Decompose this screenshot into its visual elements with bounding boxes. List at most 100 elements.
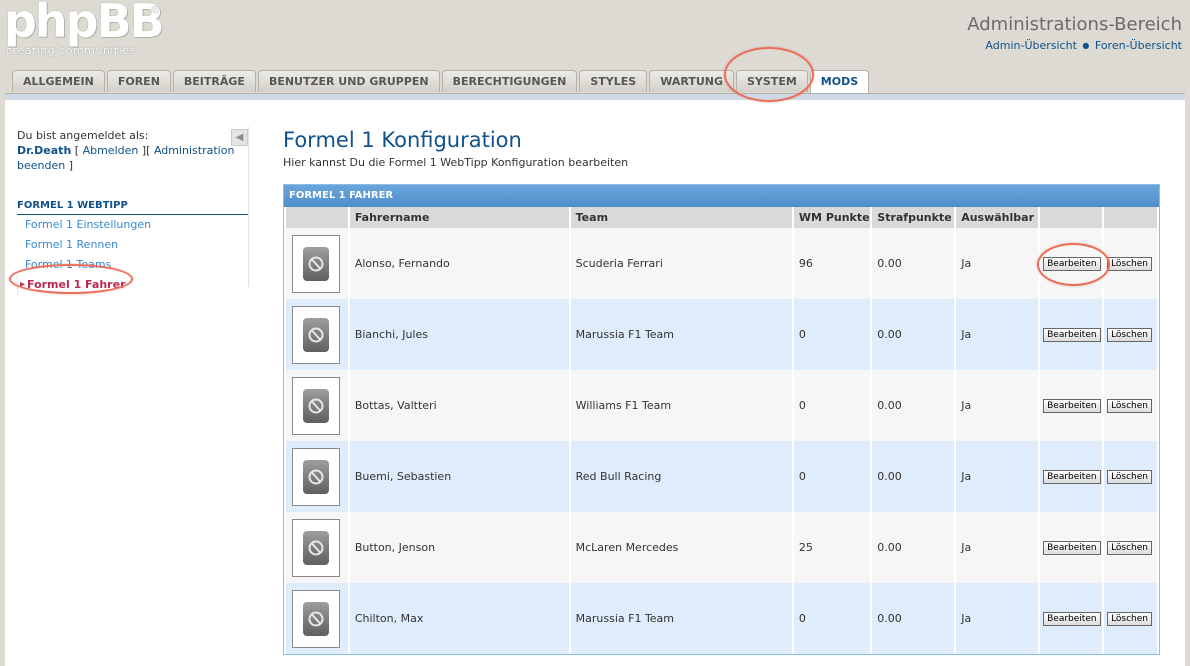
tab-wartung[interactable]: WARTUNG xyxy=(649,70,734,92)
driver-image-cell xyxy=(286,583,348,654)
menu-section-title: FORMEL 1 WEBTIPP xyxy=(17,200,248,215)
driver-selectable: Ja xyxy=(956,512,1039,583)
column-header-name: Fahrername xyxy=(349,207,569,228)
edit-button[interactable]: Bearbeiten xyxy=(1043,612,1101,626)
panel-top-strip xyxy=(5,94,1185,100)
driver-name: Chilton, Max xyxy=(349,583,569,654)
sidebar-item-rennen[interactable]: Formel 1 Rennen xyxy=(17,235,248,255)
admin-title: Administrations-Bereich xyxy=(967,14,1182,35)
driver-team: Marussia F1 Team xyxy=(570,583,792,654)
separator-dot: ● xyxy=(1082,41,1090,50)
logo-text: phpBB xyxy=(4,0,165,48)
table-header-row: Fahrername Team WM Punkte Strafpunkte Au… xyxy=(286,207,1157,228)
delete-cell: Löschen xyxy=(1104,370,1157,441)
column-header-team: Team xyxy=(570,207,792,228)
delete-button[interactable]: Löschen xyxy=(1107,612,1153,626)
driver-selectable: Ja xyxy=(956,441,1039,512)
drivers-table: Fahrername Team WM Punkte Strafpunkte Au… xyxy=(284,207,1159,654)
driver-selectable: Ja xyxy=(956,299,1039,370)
main-tabs: ALLGEMEIN FOREN BEITRÄGE BENUTZER UND GR… xyxy=(12,70,871,94)
tab-beitraege[interactable]: BEITRÄGE xyxy=(172,70,256,92)
delete-button[interactable]: Löschen xyxy=(1107,399,1153,413)
driver-name: Bottas, Valtteri xyxy=(349,370,569,441)
admin-overview-link[interactable]: Admin-Übersicht xyxy=(985,39,1076,52)
triangle-left-icon[interactable]: ◀ xyxy=(231,129,248,146)
driver-team: Scuderia Ferrari xyxy=(570,228,792,299)
no-image-icon xyxy=(292,518,340,577)
driver-points: 0 xyxy=(793,583,871,654)
sidebar-item-einstellungen[interactable]: Formel 1 Einstellungen xyxy=(17,215,248,235)
drivers-table-panel: FORMEL 1 FAHRER Fahrername Team WM Punkt… xyxy=(283,184,1160,655)
edit-button[interactable]: Bearbeiten xyxy=(1043,328,1101,342)
table-row: Button, Jenson McLaren Mercedes 25 0.00 … xyxy=(286,512,1157,583)
driver-team: Marussia F1 Team xyxy=(570,299,792,370)
forum-overview-link[interactable]: Foren-Übersicht xyxy=(1095,39,1182,52)
phpbb-logo[interactable]: phpBB ® creating communities xyxy=(4,0,165,60)
driver-selectable: Ja xyxy=(956,228,1039,299)
sidebar-item-fahrer[interactable]: ▸ Formel 1 Fahrer xyxy=(17,275,248,295)
active-bullet-icon: ▸ xyxy=(20,279,26,290)
driver-image-cell xyxy=(286,441,348,512)
logout-link[interactable]: Abmelden xyxy=(83,144,139,157)
edit-button[interactable]: Bearbeiten xyxy=(1043,399,1101,413)
edit-button[interactable]: Bearbeiten xyxy=(1043,257,1101,271)
driver-image-cell xyxy=(286,228,348,299)
driver-image-cell xyxy=(286,512,348,583)
logo-registered-mark: ® xyxy=(150,3,161,16)
tab-benutzer-und-gruppen[interactable]: BENUTZER UND GRUPPEN xyxy=(257,70,440,92)
delete-button[interactable]: Löschen xyxy=(1107,541,1153,555)
table-row: Bottas, Valtteri Williams F1 Team 0 0.00… xyxy=(286,370,1157,441)
driver-team: Red Bull Racing xyxy=(570,441,792,512)
edit-cell: Bearbeiten xyxy=(1040,512,1103,583)
content-header: Formel 1 Konfiguration Hier kannst Du di… xyxy=(283,128,1160,169)
page-description: Hier kannst Du die Formel 1 WebTipp Konf… xyxy=(283,156,629,169)
edit-button[interactable]: Bearbeiten xyxy=(1043,541,1101,555)
logo-tagline: creating communities xyxy=(6,44,136,57)
driver-image-cell xyxy=(286,370,348,441)
delete-button[interactable]: Löschen xyxy=(1107,470,1153,484)
driver-points: 0 xyxy=(793,299,871,370)
delete-cell: Löschen xyxy=(1104,299,1157,370)
table-row: Buemi, Sebastien Red Bull Racing 0 0.00 … xyxy=(286,441,1157,512)
edit-cell: Bearbeiten xyxy=(1040,299,1103,370)
driver-name: Button, Jenson xyxy=(349,512,569,583)
delete-cell: Löschen xyxy=(1104,512,1157,583)
delete-cell: Löschen xyxy=(1104,228,1157,299)
driver-penalty: 0.00 xyxy=(872,299,955,370)
table-row: Chilton, Max Marussia F1 Team 0 0.00 Ja … xyxy=(286,583,1157,654)
driver-points: 96 xyxy=(793,228,871,299)
driver-penalty: 0.00 xyxy=(872,370,955,441)
driver-name: Bianchi, Jules xyxy=(349,299,569,370)
delete-button[interactable]: Löschen xyxy=(1107,257,1153,271)
page-header: phpBB ® creating communities Administrat… xyxy=(0,0,1190,70)
column-header-points: WM Punkte xyxy=(793,207,871,228)
driver-penalty: 0.00 xyxy=(872,228,955,299)
delete-button[interactable]: Löschen xyxy=(1107,328,1153,342)
page-title: Formel 1 Konfiguration xyxy=(283,128,522,152)
column-header-edit xyxy=(1040,207,1103,228)
table-caption: FORMEL 1 FAHRER xyxy=(284,185,1159,207)
no-image-icon xyxy=(292,305,340,364)
table-row: Bianchi, Jules Marussia F1 Team 0 0.00 J… xyxy=(286,299,1157,370)
sidebar-item-label: Formel 1 Fahrer xyxy=(27,278,126,291)
tab-foren[interactable]: FOREN xyxy=(106,70,171,92)
driver-selectable: Ja xyxy=(956,583,1039,654)
sidebar: Du bist angemeldet als: Dr.Death [ Abmel… xyxy=(17,128,248,295)
tab-allgemein[interactable]: ALLGEMEIN xyxy=(12,70,105,92)
column-header-delete xyxy=(1104,207,1157,228)
tab-styles[interactable]: STYLES xyxy=(579,70,648,92)
driver-penalty: 0.00 xyxy=(872,583,955,654)
driver-name: Alonso, Fernando xyxy=(349,228,569,299)
edit-cell: Bearbeiten xyxy=(1040,583,1103,654)
tab-mods[interactable]: MODS xyxy=(809,70,870,94)
driver-points: 0 xyxy=(793,370,871,441)
driver-team: Williams F1 Team xyxy=(570,370,792,441)
table-row: Alonso, Fernando Scuderia Ferrari 96 0.0… xyxy=(286,228,1157,299)
edit-button[interactable]: Bearbeiten xyxy=(1043,470,1101,484)
tab-system[interactable]: SYSTEM xyxy=(736,70,808,92)
driver-team: McLaren Mercedes xyxy=(570,512,792,583)
no-image-icon xyxy=(292,589,340,648)
sidebar-item-teams[interactable]: Formel 1 Teams xyxy=(17,255,248,275)
tab-berechtigungen[interactable]: BERECHTIGUNGEN xyxy=(441,70,578,92)
header-links: Admin-Übersicht ● Foren-Übersicht xyxy=(985,39,1182,52)
